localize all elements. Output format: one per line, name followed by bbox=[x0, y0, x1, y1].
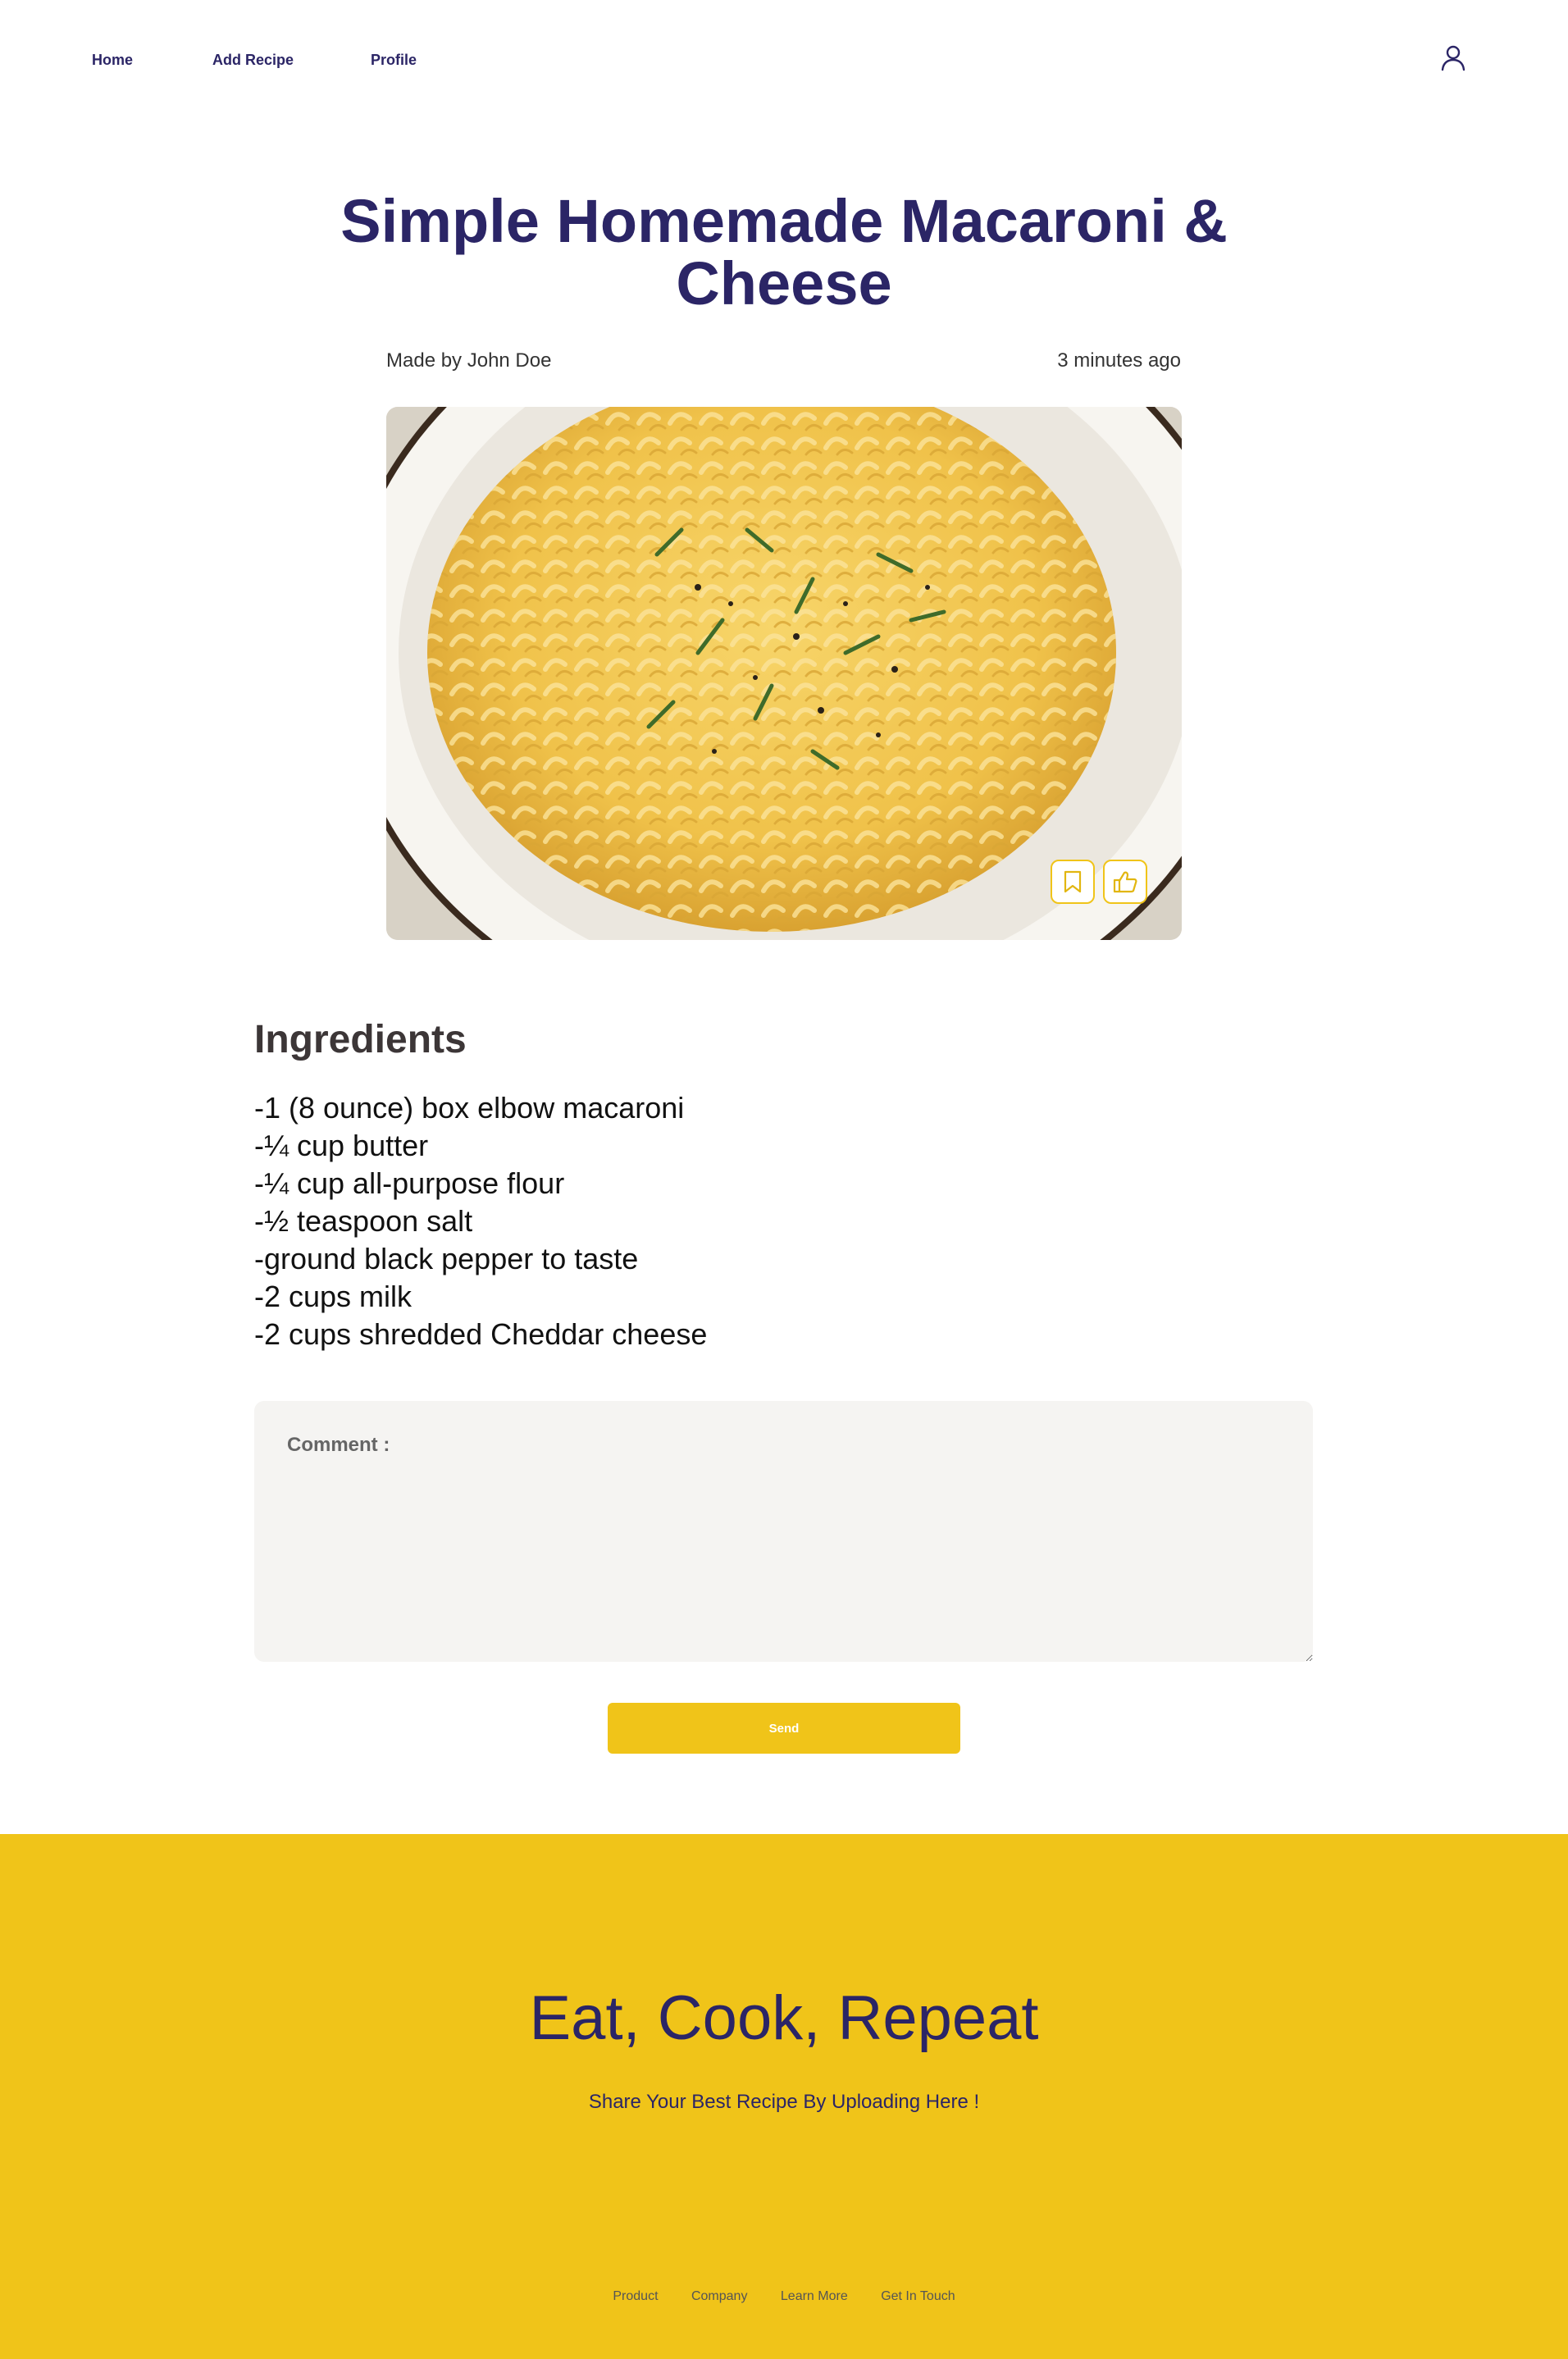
comment-field[interactable] bbox=[254, 1401, 1313, 1662]
list-item: -¼ cup all-purpose flour bbox=[254, 1166, 565, 1200]
send-button[interactable]: Send bbox=[608, 1703, 960, 1754]
nav-home-link[interactable]: Home bbox=[92, 50, 133, 70]
nav-profile-link[interactable]: Profile bbox=[371, 50, 417, 70]
footer-link-product[interactable]: Product bbox=[613, 2289, 658, 2303]
ingredients-list: -1 (8 ounce) box elbow macaroni -¼ cup b… bbox=[254, 1089, 707, 1353]
recipe-timestamp: 3 minutes ago bbox=[1057, 349, 1181, 372]
footer-link-company[interactable]: Company bbox=[691, 2289, 747, 2303]
footer-headline: Eat, Cook, Repeat bbox=[529, 1983, 1039, 2053]
user-icon[interactable] bbox=[1438, 43, 1468, 72]
footer-link-learn-more[interactable]: Learn More bbox=[781, 2289, 848, 2303]
footer: Eat, Cook, Repeat Share Your Best Recipe… bbox=[0, 1834, 1568, 2359]
nav-add-recipe-link[interactable]: Add Recipe bbox=[212, 50, 294, 70]
list-item: -2 cups shredded Cheddar cheese bbox=[254, 1317, 708, 1351]
list-item: -1 (8 ounce) box elbow macaroni bbox=[254, 1091, 685, 1125]
recipe-title: Simple Homemade Macaroni & Cheese bbox=[340, 187, 1228, 317]
footer-subline: Share Your Best Recipe By Uploading Here… bbox=[588, 2091, 980, 2113]
recipe-author: Made by John Doe bbox=[386, 349, 552, 372]
footer-links: Product Company Learn More Get In Touch bbox=[0, 2289, 1568, 2304]
list-item: -ground black pepper to taste bbox=[254, 1242, 639, 1275]
bookmark-icon bbox=[1064, 870, 1082, 893]
footer-link-get-in-touch[interactable]: Get In Touch bbox=[881, 2289, 955, 2303]
like-button[interactable] bbox=[1103, 860, 1147, 904]
list-item: -¼ cup butter bbox=[254, 1129, 429, 1162]
bookmark-button[interactable] bbox=[1051, 860, 1095, 904]
ingredients-heading: Ingredients bbox=[254, 1018, 467, 1061]
thumbs-up-icon bbox=[1113, 871, 1137, 893]
top-nav: Home Add Recipe Profile bbox=[0, 0, 1568, 119]
list-item: -½ teaspoon salt bbox=[254, 1204, 473, 1238]
list-item: -2 cups milk bbox=[254, 1280, 413, 1313]
